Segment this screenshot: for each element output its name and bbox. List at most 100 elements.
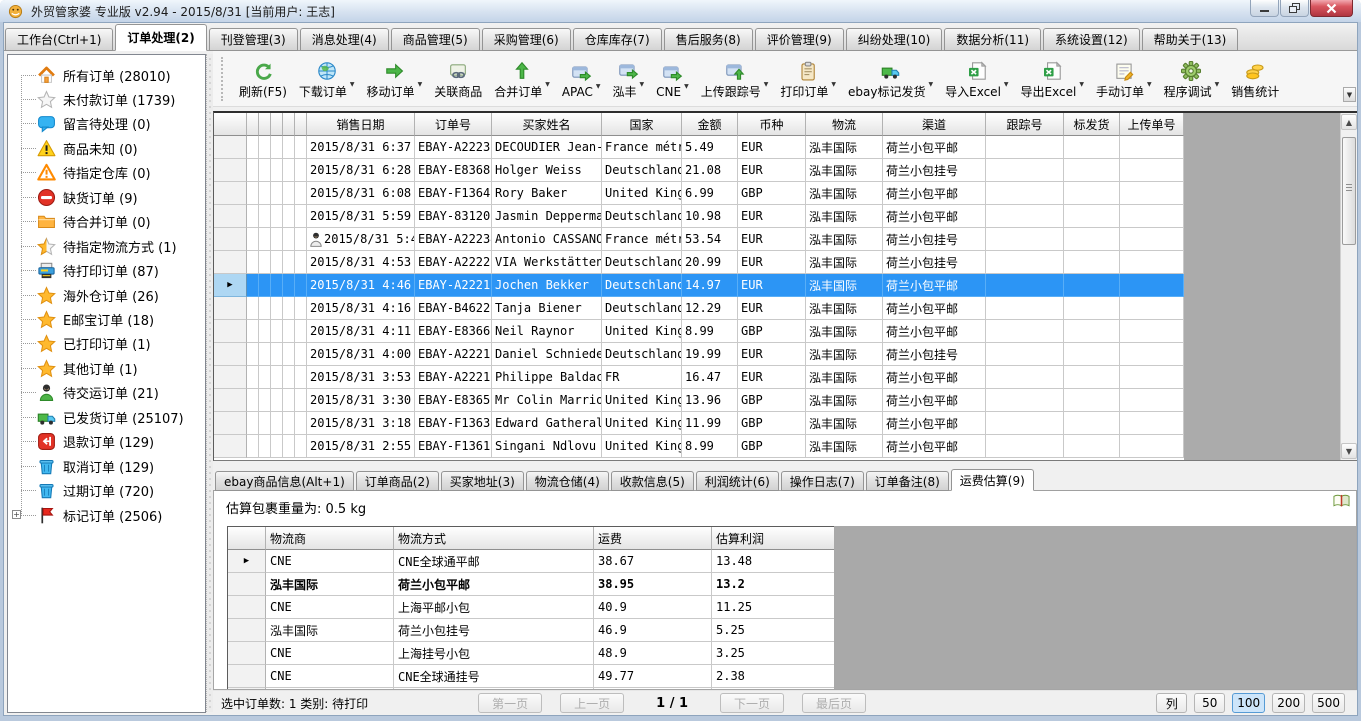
freight-column-header-物流商[interactable]: 物流商: [266, 527, 394, 550]
detail-tab-3[interactable]: 买家地址(3): [441, 471, 524, 491]
row-selector-cell[interactable]: [214, 251, 247, 274]
freight-row[interactable]: CNECNE全球通挂号49.772.38: [228, 665, 834, 688]
column-header-币种[interactable]: 币种: [738, 113, 806, 136]
tab-10[interactable]: 纠纷处理(10): [846, 28, 943, 51]
detail-tab-4[interactable]: 物流仓储(4): [526, 471, 609, 491]
row-selector-cell[interactable]: [214, 205, 247, 228]
toolbar-button-导出Excel[interactable]: 导出Excel▼: [1015, 55, 1090, 102]
page-size-100[interactable]: 100: [1232, 693, 1265, 713]
table-row[interactable]: 2015/8/31 4:16EBAY-B4622Tanja BienerDeut…: [214, 297, 1184, 320]
first-page-button[interactable]: 第一页: [478, 693, 542, 713]
sidebar-item-8[interactable]: 待指定物流方式 (1): [8, 234, 205, 258]
row-selector-cell[interactable]: [214, 159, 247, 182]
sidebar-item-17[interactable]: 取消订单 (129): [8, 454, 205, 478]
table-row[interactable]: 2015/8/31 5:47EBAY-A22234Antonio CASSANO…: [214, 228, 1184, 251]
chevron-down-icon[interactable]: ▼: [1004, 81, 1009, 88]
column-header-订单号[interactable]: 订单号: [415, 113, 492, 136]
tree-expander-icon[interactable]: +: [12, 510, 21, 519]
tab-12[interactable]: 系统设置(12): [1043, 28, 1140, 51]
row-selector-cell[interactable]: [214, 366, 247, 389]
table-row[interactable]: 2015/8/31 5:59EBAY-83120...Jasmin Depper…: [214, 205, 1184, 228]
detail-tab-9[interactable]: 运费估算(9): [951, 469, 1034, 491]
freight-row[interactable]: 泓丰国际荷兰小包挂号46.95.25: [228, 619, 834, 642]
row-selector-cell[interactable]: [214, 136, 247, 159]
toolbar-button-下载订单[interactable]: 下载订单▼: [293, 55, 361, 102]
toolbar-drag-handle[interactable]: [221, 57, 225, 101]
tab-11[interactable]: 数据分析(11): [944, 28, 1041, 51]
row-selector-cell[interactable]: [214, 412, 247, 435]
column-header-国家[interactable]: 国家: [602, 113, 682, 136]
detail-tab-6[interactable]: 利润统计(6): [696, 471, 779, 491]
column-header-渠道[interactable]: 渠道: [883, 113, 986, 136]
tab-13[interactable]: 帮助关于(13): [1142, 28, 1239, 51]
tab-4[interactable]: 消息处理(4): [300, 28, 389, 51]
chevron-down-icon[interactable]: ▼: [1147, 81, 1152, 88]
table-row[interactable]: 2015/8/31 3:30EBAY-E8365Mr Colin Marriot…: [214, 389, 1184, 412]
column-header-物流[interactable]: 物流: [806, 113, 883, 136]
column-header-销售日期[interactable]: 销售日期: [307, 113, 415, 136]
detail-tab-7[interactable]: 操作日志(7): [781, 471, 864, 491]
table-row[interactable]: ▶2015/8/31 4:46EBAY-A22219Jochen BekkerD…: [214, 274, 1184, 297]
sidebar-item-5[interactable]: 待指定仓库 (0): [8, 161, 205, 185]
table-row[interactable]: 2015/8/31 6:37EBAY-A22236DECOUDIER Jean-…: [214, 136, 1184, 159]
table-row[interactable]: 2015/8/31 6:08EBAY-F1364Rory BakerUnited…: [214, 182, 1184, 205]
toolbar-button-CNE[interactable]: CNE▼: [650, 57, 695, 101]
freight-row[interactable]: CNE上海挂号小包48.93.25: [228, 642, 834, 665]
freight-row-selector[interactable]: ▶: [228, 550, 266, 573]
freight-row[interactable]: ▶CNECNE全球通平邮38.6713.48: [228, 550, 834, 573]
freight-row-selector[interactable]: [228, 642, 266, 665]
toolbar-button-打印订单[interactable]: 打印订单▼: [774, 55, 842, 102]
column-header-标发货[interactable]: 标发货: [1064, 113, 1120, 136]
row-selector-cell[interactable]: [214, 320, 247, 343]
toolbar-button-关联商品[interactable]: 关联商品: [428, 55, 488, 102]
sidebar-item-14[interactable]: 待交运订单 (21): [8, 381, 205, 405]
chevron-down-icon[interactable]: ▼: [928, 81, 933, 88]
toolbar-button-APAC[interactable]: APAC▼: [556, 57, 607, 101]
freight-row-selector[interactable]: [228, 573, 266, 596]
table-row[interactable]: 2015/8/31 3:18EBAY-F1363Edward GatheralU…: [214, 412, 1184, 435]
close-button[interactable]: [1310, 0, 1353, 17]
chevron-down-icon[interactable]: ▼: [545, 81, 550, 88]
table-row[interactable]: 2015/8/31 4:53EBAY-A22220VIA Werkstätten…: [214, 251, 1184, 274]
detail-tab-2[interactable]: 订单商品(2): [356, 471, 439, 491]
sidebar-item-6[interactable]: 缺货订单 (9): [8, 185, 205, 209]
sidebar-item-19[interactable]: +标记订单 (2506): [8, 503, 205, 527]
sidebar-item-10[interactable]: 海外仓订单 (26): [8, 283, 205, 307]
freight-row[interactable]: CNE上海平邮小包40.911.25: [228, 596, 834, 619]
table-row[interactable]: 2015/8/31 4:00EBAY-A22218Daniel Schniede…: [214, 343, 1184, 366]
table-row[interactable]: 2015/8/31 2:55EBAY-F1361Singani NdlovuUn…: [214, 435, 1184, 458]
detail-tab-1[interactable]: ebay商品信息(Alt+1): [215, 471, 354, 491]
toolbar-button-程序调试[interactable]: 程序调试▼: [1158, 55, 1226, 102]
tab-5[interactable]: 商品管理(5): [391, 28, 480, 51]
row-selector-cell[interactable]: [214, 435, 247, 458]
scroll-down-arrow[interactable]: ▼: [1341, 443, 1357, 459]
sidebar-item-1[interactable]: 所有订单 (28010): [8, 63, 205, 87]
chevron-down-icon[interactable]: ▼: [596, 83, 601, 90]
row-selector-cell[interactable]: [214, 297, 247, 320]
tab-3[interactable]: 刊登管理(3): [209, 28, 298, 51]
detail-tab-8[interactable]: 订单备注(8): [866, 471, 949, 491]
toolbar-button-上传跟踪号[interactable]: 上传跟踪号▼: [695, 55, 775, 102]
column-header-金额[interactable]: 金额: [682, 113, 738, 136]
tab-9[interactable]: 评价管理(9): [755, 28, 844, 51]
maximize-button[interactable]: [1280, 0, 1309, 17]
toolbar-button-刷新(F5)[interactable]: 刷新(F5): [233, 55, 293, 102]
column-header-上传单号[interactable]: 上传单号: [1120, 113, 1184, 136]
toolbar-button-泓丰[interactable]: 泓丰▼: [607, 55, 651, 102]
freight-row[interactable]: 泓丰国际荷兰小包平邮38.9513.2: [228, 573, 834, 596]
detail-tab-5[interactable]: 收款信息(5): [611, 471, 694, 491]
tab-6[interactable]: 采购管理(6): [482, 28, 571, 51]
page-size-200[interactable]: 200: [1272, 693, 1305, 713]
column-header-跟踪号[interactable]: 跟踪号: [986, 113, 1064, 136]
minimize-button[interactable]: [1250, 0, 1279, 17]
freight-column-header-估算利润[interactable]: 估算利润: [712, 527, 835, 550]
sidebar-item-7[interactable]: 待合并订单 (0): [8, 210, 205, 234]
chevron-down-icon[interactable]: ▼: [1079, 81, 1084, 88]
toolbar-button-移动订单[interactable]: 移动订单▼: [361, 55, 429, 102]
chevron-down-icon[interactable]: ▼: [831, 81, 836, 88]
sidebar-item-11[interactable]: E邮宝订单 (18): [8, 308, 205, 332]
sidebar-item-18[interactable]: 过期订单 (720): [8, 479, 205, 503]
sidebar-item-12[interactable]: 已打印订单 (1): [8, 332, 205, 356]
sidebar-item-2[interactable]: 未付款订单 (1739): [8, 87, 205, 111]
freight-column-header-运费[interactable]: 运费: [594, 527, 712, 550]
